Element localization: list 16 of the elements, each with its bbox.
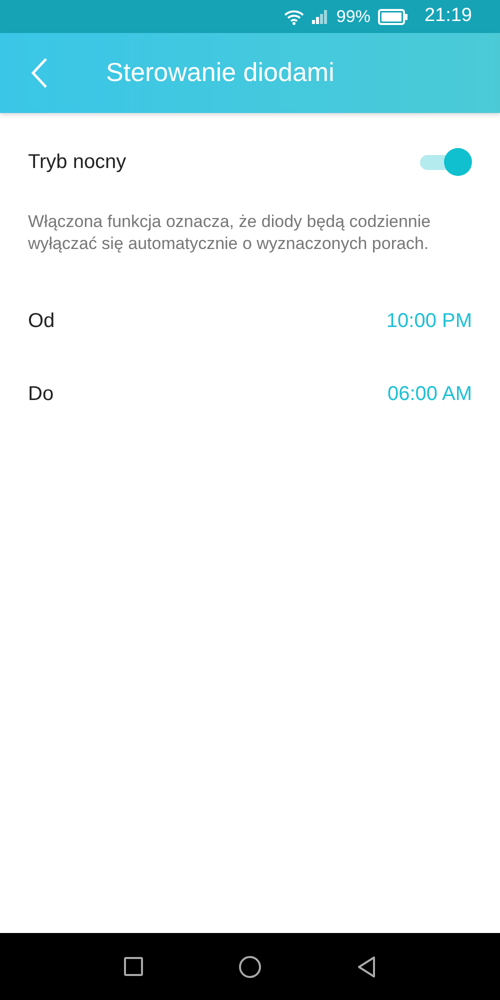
battery-icon: [378, 8, 408, 24]
wifi-icon: [284, 8, 304, 24]
toggle-switch[interactable]: [420, 147, 472, 177]
time-label: Do: [28, 382, 54, 406]
battery-percent: 99%: [336, 6, 370, 28]
time-value[interactable]: 06:00 AM: [387, 378, 472, 408]
setting-label: Tryb nocny: [28, 150, 126, 175]
signal-icon: [312, 10, 328, 24]
recents-icon[interactable]: [124, 957, 143, 976]
time-label: Od: [28, 308, 55, 334]
description-text: Włączona funkcja oznacza, że diody będą codziennie wyłączać się automatycznie o wyznaczonych porach.: [28, 211, 432, 255]
page-title: Sterowanie diodami: [106, 57, 334, 89]
time-value[interactable]: 10:00 PM: [386, 306, 472, 336]
clock: 21:19: [424, 4, 472, 28]
home-icon[interactable]: [239, 956, 261, 978]
back-icon[interactable]: [357, 956, 376, 978]
